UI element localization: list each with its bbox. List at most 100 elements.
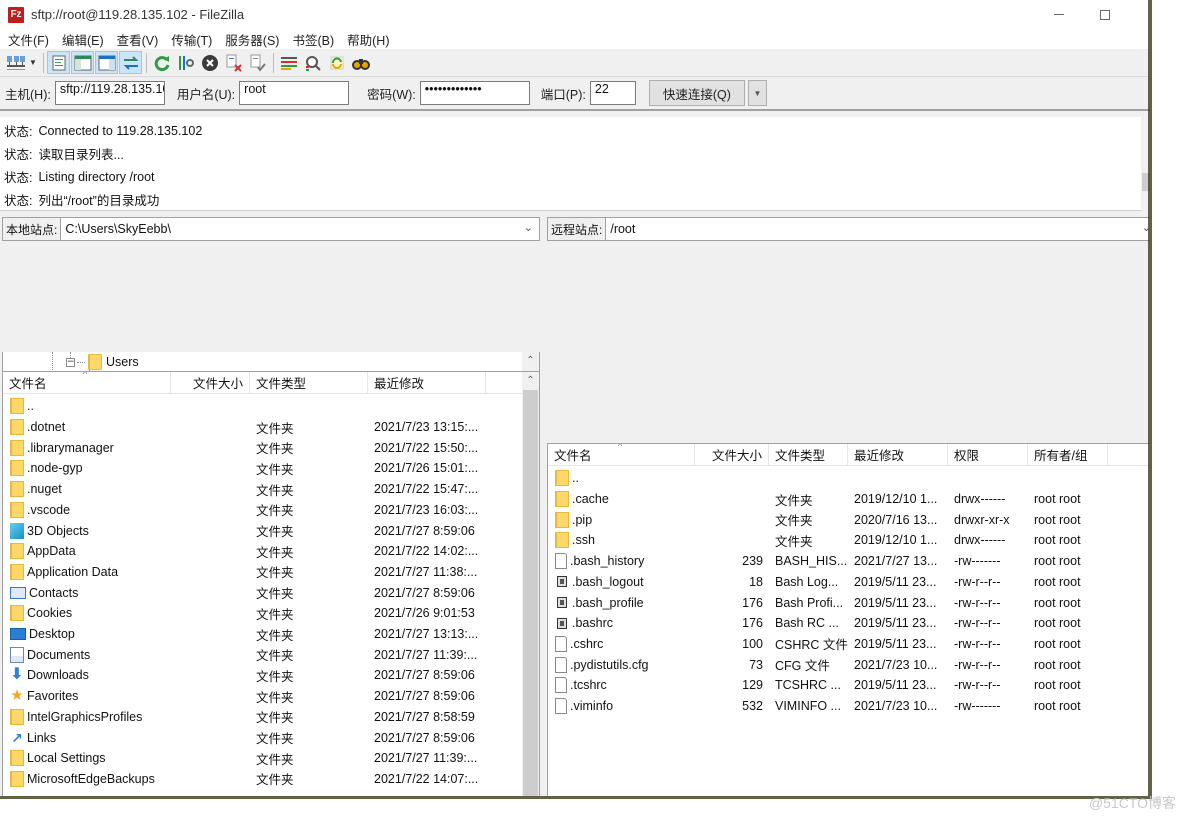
local-list-scrollbar[interactable]: ⌃ bbox=[522, 372, 539, 799]
down-icon: ⬇ bbox=[10, 667, 24, 684]
site-manager-dropdown[interactable]: ▼ bbox=[28, 51, 38, 74]
file-row[interactable]: .cshrc 100 CSHRC 文件 2019/5/11 23... -rw-r--r… bbox=[548, 634, 1108, 655]
search-remote-files-button[interactable] bbox=[349, 51, 372, 74]
file-row[interactable]: ⬇ Downloads 文件夹 2021/7/27 8:59:06 bbox=[3, 665, 486, 686]
file-row[interactable]: .. bbox=[548, 468, 1108, 489]
file-row[interactable]: Application Data 文件夹 2021/7/27 11:38:... bbox=[3, 562, 486, 583]
reconnect-button[interactable] bbox=[246, 51, 269, 74]
file-row[interactable]: .nuget 文件夹 2021/7/22 15:47:... bbox=[3, 479, 486, 500]
cell-type: 文件夹 bbox=[256, 545, 294, 560]
file-row[interactable]: IntelGraphicsProfiles 文件夹 2021/7/27 8:58:5… bbox=[3, 707, 486, 728]
file-row[interactable]: Contacts 文件夹 2021/7/27 8:59:06 bbox=[3, 582, 486, 603]
file-row[interactable]: .bash_profile 176 Bash Profi... 2019/5/11 2… bbox=[548, 592, 1108, 613]
file-row[interactable]: Documents 文件夹 2021/7/27 11:39:... bbox=[3, 644, 486, 665]
site-manager-button[interactable] bbox=[4, 51, 27, 74]
menu-edit[interactable]: 编辑(E) bbox=[58, 30, 108, 49]
file-row[interactable]: Desktop 文件夹 2021/7/27 13:13:... bbox=[3, 624, 486, 645]
cell-modified: 2021/7/27 8:58:59 bbox=[374, 709, 475, 724]
file-row[interactable]: .pydistutils.cfg 73 CFG 文件 2021/7/23 10... -… bbox=[548, 654, 1108, 675]
cell-name: .pip bbox=[548, 511, 695, 528]
disconnect-button[interactable] bbox=[222, 51, 245, 74]
directory-compare-button[interactable] bbox=[301, 51, 324, 74]
refresh-button[interactable] bbox=[150, 51, 173, 74]
pane-splitter[interactable] bbox=[540, 213, 546, 800]
column-header-name[interactable]: 文件名 ^ bbox=[548, 444, 695, 466]
port-input[interactable]: 22 bbox=[589, 81, 636, 105]
file-row[interactable]: .bash_history 239 BASH_HIS... 2021/7/27 13.… bbox=[548, 551, 1108, 572]
menu-help[interactable]: 帮助(H) bbox=[343, 30, 393, 49]
tree-item-users[interactable]: − Users bbox=[66, 352, 139, 372]
file-row[interactable]: .cache 文件夹 2019/12/10 1... drwx------ root r… bbox=[548, 489, 1108, 510]
local-path-input[interactable]: C:\Users\SkyEebb\ ⌄ bbox=[61, 218, 539, 240]
cell-type: 文件夹 bbox=[256, 462, 294, 477]
minimize-button[interactable] bbox=[1036, 0, 1082, 29]
folder-icon bbox=[10, 750, 24, 767]
toggle-message-log-button[interactable] bbox=[47, 51, 70, 74]
file-row[interactable]: ★ Favorites 文件夹 2021/7/27 8:59:06 bbox=[3, 686, 486, 707]
file-row[interactable]: AppData 文件夹 2021/7/22 14:02:... bbox=[3, 541, 486, 562]
quickconnect-history-dropdown[interactable]: ▼ bbox=[747, 80, 767, 106]
menu-bookmarks[interactable]: 书签(B) bbox=[288, 30, 338, 49]
cell-type: 文件夹 bbox=[256, 442, 294, 457]
maximize-button[interactable] bbox=[1082, 0, 1128, 29]
cancel-icon bbox=[201, 54, 218, 71]
toggle-remote-tree-button[interactable] bbox=[95, 51, 118, 74]
log-line: 状态: 列出“/root”的目录成功 bbox=[0, 188, 1157, 211]
username-input[interactable]: root bbox=[239, 81, 350, 105]
toggle-transfer-queue-button[interactable] bbox=[119, 51, 142, 74]
file-row[interactable]: .viminfo 532 VIMINFO ... 2021/7/23 10... -rw… bbox=[548, 696, 1108, 717]
column-header-permissions[interactable]: 权限 bbox=[948, 444, 1028, 466]
column-header-type[interactable]: 文件类型 bbox=[250, 372, 368, 394]
file-row[interactable]: .. bbox=[3, 396, 486, 417]
file-row[interactable]: .node-gyp 文件夹 2021/7/26 15:01:... bbox=[3, 458, 486, 479]
file-row[interactable]: .dotnet 文件夹 2021/7/23 13:15:... bbox=[3, 417, 486, 438]
column-header-type[interactable]: 文件类型 bbox=[769, 444, 848, 466]
column-header-name[interactable]: 文件名 ^ bbox=[3, 372, 171, 394]
file-row[interactable]: .bashrc 176 Bash RC ... 2019/5/11 23... -rw-… bbox=[548, 613, 1108, 634]
password-input[interactable]: ••••••••••••• bbox=[419, 81, 530, 105]
cancel-operation-button[interactable] bbox=[198, 51, 221, 74]
process-queue-button[interactable] bbox=[174, 51, 197, 74]
file-row[interactable]: .pip 文件夹 2020/7/16 13... drwxr-xr-x root roo… bbox=[548, 509, 1108, 530]
column-header-size[interactable]: 文件大小 bbox=[171, 372, 250, 394]
cell-type: TCSHRC ... bbox=[775, 678, 841, 693]
menu-transfer[interactable]: 传输(T) bbox=[167, 30, 216, 49]
synchronized-browsing-button[interactable] bbox=[325, 51, 348, 74]
menu-view[interactable]: 查看(V) bbox=[113, 30, 163, 49]
column-header-owner[interactable]: 所有者/组 bbox=[1028, 444, 1108, 466]
directory-filter-button[interactable] bbox=[277, 51, 300, 74]
file-row[interactable]: .tcshrc 129 TCSHRC ... 2019/5/11 23... -rw-r… bbox=[548, 675, 1108, 696]
file-name: .tcshrc bbox=[570, 678, 607, 693]
file-name: Documents bbox=[27, 647, 91, 662]
column-header-modified[interactable]: 最近修改 bbox=[368, 372, 486, 394]
cell-owner: root root bbox=[1034, 512, 1081, 527]
collapse-icon[interactable]: − bbox=[66, 357, 75, 367]
folder-icon bbox=[88, 354, 102, 370]
column-header-modified[interactable]: 最近修改 bbox=[848, 444, 948, 466]
host-input[interactable]: sftp://119.28.135.102 bbox=[54, 81, 165, 105]
remote-path-input[interactable]: /root ⌄ bbox=[606, 218, 1157, 240]
quickconnect-button[interactable]: 快速连接(Q) bbox=[648, 80, 745, 106]
column-header-size[interactable]: 文件大小 bbox=[695, 444, 769, 466]
menu-file[interactable]: 文件(F) bbox=[4, 30, 53, 49]
file-row[interactable]: 3D Objects 文件夹 2021/7/27 8:59:06 bbox=[3, 520, 486, 541]
cell-type: Bash Log... bbox=[775, 574, 839, 589]
file-row[interactable]: .ssh 文件夹 2019/12/10 1... drwx------ root roo… bbox=[548, 530, 1108, 551]
cell-perms: drwxr-xr-x bbox=[954, 512, 1010, 527]
file-row[interactable]: .vscode 文件夹 2021/7/23 16:03:... bbox=[3, 500, 486, 521]
file-row[interactable]: .librarymanager 文件夹 2021/7/22 15:50:... bbox=[3, 437, 486, 458]
scrollbar-thumb[interactable] bbox=[523, 390, 538, 799]
file-icon bbox=[555, 553, 567, 570]
chevron-down-icon[interactable]: ⌄ bbox=[524, 221, 533, 234]
cell-name: ★ Favorites bbox=[3, 688, 171, 704]
scroll-up-icon[interactable]: ⌃ bbox=[522, 372, 539, 389]
scroll-up-icon[interactable]: ⌃ bbox=[522, 352, 539, 369]
file-row[interactable]: Cookies 文件夹 2021/7/26 9:01:53 bbox=[3, 603, 486, 624]
password-label: 密码(W): bbox=[367, 87, 416, 102]
file-row[interactable]: Local Settings 文件夹 2021/7/27 11:39:... bbox=[3, 748, 486, 769]
file-row[interactable]: .bash_logout 18 Bash Log... 2019/5/11 23...… bbox=[548, 572, 1108, 593]
file-row[interactable]: ↗ Links 文件夹 2021/7/27 8:59:06 bbox=[3, 727, 486, 748]
file-row[interactable]: MicrosoftEdgeBackups 文件夹 2021/7/22 14:07:.… bbox=[3, 769, 486, 790]
toggle-local-tree-button[interactable] bbox=[71, 51, 94, 74]
menu-server[interactable]: 服务器(S) bbox=[221, 30, 283, 49]
